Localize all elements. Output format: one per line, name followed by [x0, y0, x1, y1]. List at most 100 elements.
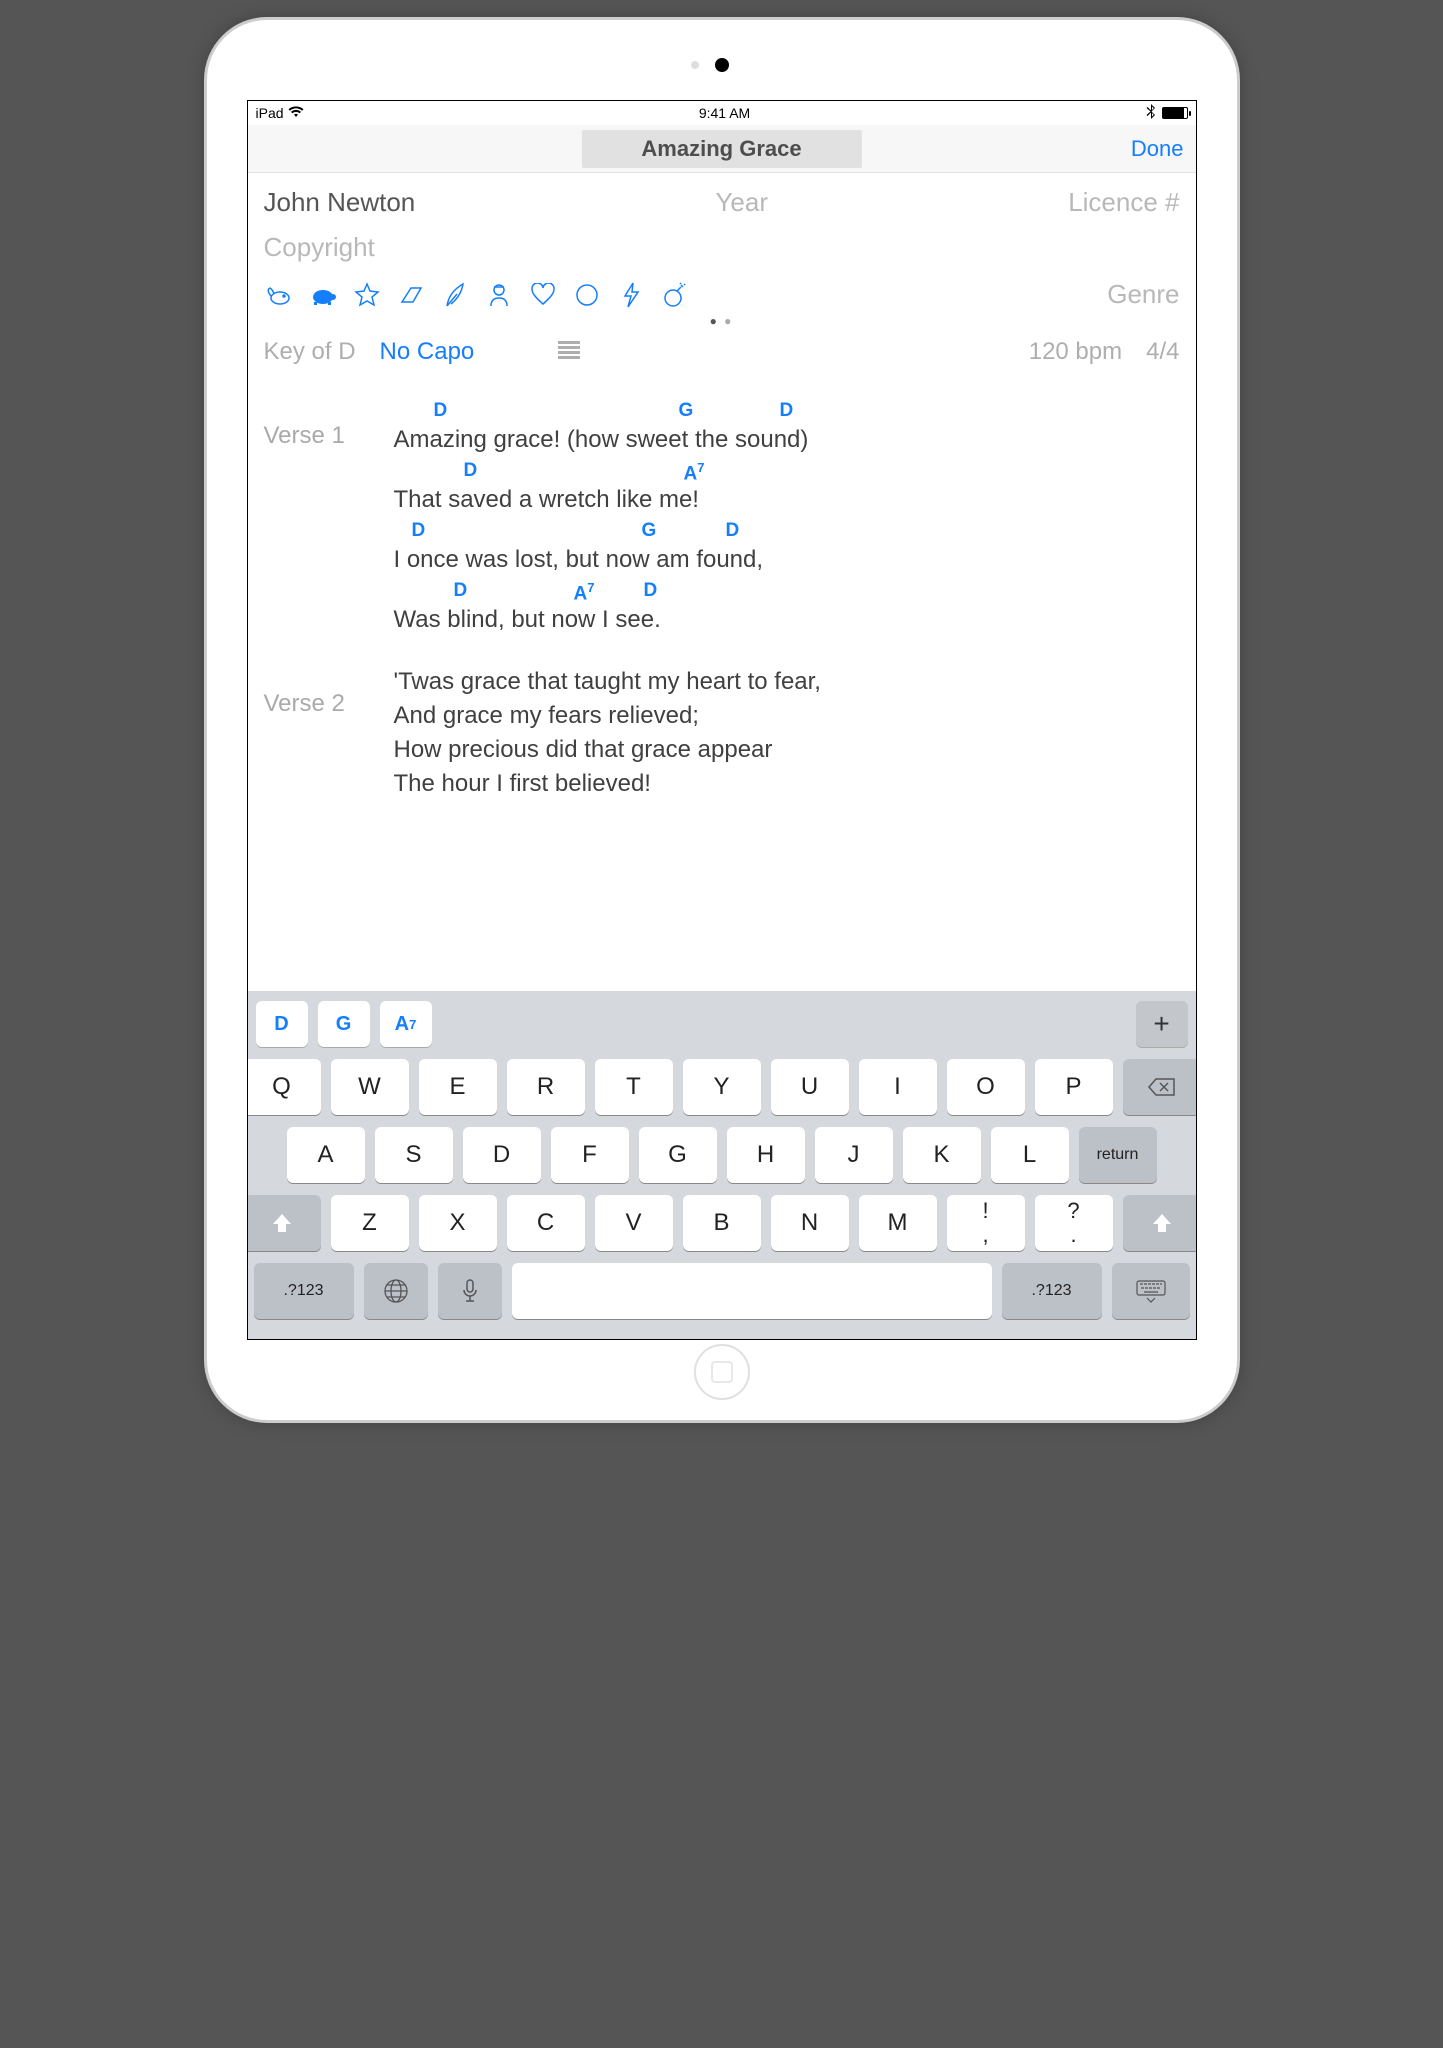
chord-label[interactable]: D — [454, 580, 468, 602]
chord-suggestion-key[interactable]: D — [256, 1001, 308, 1047]
add-chord-button[interactable]: + — [1136, 1001, 1188, 1047]
shift-key[interactable] — [1123, 1195, 1197, 1251]
licence-field[interactable]: Licence # — [1068, 187, 1179, 218]
keyboard-key[interactable]: B — [683, 1195, 761, 1251]
clock: 9:41 AM — [304, 105, 1146, 121]
person-icon[interactable] — [484, 282, 514, 308]
done-button[interactable]: Done — [1131, 136, 1184, 162]
keyboard-key[interactable]: X — [419, 1195, 497, 1251]
home-button[interactable] — [694, 1344, 750, 1400]
space-key[interactable] — [512, 1263, 992, 1319]
bpm-field[interactable]: 120 bpm — [1029, 338, 1122, 366]
lyric-text: Amazing grace! (how sweet the sound) — [394, 426, 1180, 454]
chord-label[interactable]: D — [726, 520, 740, 542]
lyric-line[interactable]: D G D Amazing grace! (how sweet the sound) — [394, 400, 1180, 454]
keyboard-key[interactable]: F — [551, 1127, 629, 1183]
keyboard-key[interactable]: A — [287, 1127, 365, 1183]
chord-label[interactable]: D — [412, 520, 426, 542]
artist-field[interactable]: John Newton — [264, 187, 416, 218]
return-key[interactable]: return — [1079, 1127, 1157, 1183]
verse-block: Verse 2'Twas grace that taught my heart … — [264, 668, 1180, 804]
keyboard-key[interactable]: R — [507, 1059, 585, 1115]
keyboard-key[interactable]: G — [639, 1127, 717, 1183]
keyboard-key[interactable]: M — [859, 1195, 937, 1251]
keyboard-key[interactable]: N — [771, 1195, 849, 1251]
star-icon[interactable] — [352, 282, 382, 308]
keyboard-key[interactable]: Q — [247, 1059, 321, 1115]
stamp-icons — [264, 282, 690, 308]
keyboard-key[interactable]: W — [331, 1059, 409, 1115]
keyboard-key[interactable]: P — [1035, 1059, 1113, 1115]
chord-suggestion-key[interactable]: G — [318, 1001, 370, 1047]
keyboard-key[interactable]: H — [727, 1127, 805, 1183]
chord-label[interactable]: D — [464, 460, 478, 482]
backspace-key[interactable] — [1123, 1059, 1197, 1115]
genre-field[interactable]: Genre — [1107, 279, 1179, 310]
lyric-text: I once was lost, but now am found, — [394, 546, 1180, 574]
keyboard-key[interactable]: C — [507, 1195, 585, 1251]
heart-icon[interactable] — [528, 282, 558, 308]
keyboard-key[interactable]: V — [595, 1195, 673, 1251]
meta-panel: John Newton Year Licence # Copyright — [248, 173, 1196, 380]
mode-key[interactable]: .?123 — [254, 1263, 354, 1319]
keyboard-key[interactable]: K — [903, 1127, 981, 1183]
lyric-line[interactable]: 'Twas grace that taught my heart to fear… — [394, 668, 1180, 696]
camera-icon — [715, 58, 729, 72]
bomb-icon[interactable] — [660, 282, 690, 308]
shift-key[interactable] — [247, 1195, 321, 1251]
lyric-line[interactable]: D G D I once was lost, but now am found, — [394, 520, 1180, 574]
keyboard-key[interactable]: E — [419, 1059, 497, 1115]
lightning-icon[interactable] — [616, 282, 646, 308]
punct-key[interactable]: !, — [947, 1195, 1025, 1251]
keyboard-key[interactable]: D — [463, 1127, 541, 1183]
mode-key[interactable]: .?123 — [1002, 1263, 1102, 1319]
chord-label[interactable]: A7 — [574, 580, 595, 605]
chord-suggestion-key[interactable]: A7 — [380, 1001, 432, 1047]
keyboard-key[interactable]: O — [947, 1059, 1025, 1115]
capo-picker[interactable]: No Capo — [380, 338, 475, 366]
lyric-line[interactable]: And grace my fears relieved; — [394, 702, 1180, 730]
eraser-icon[interactable] — [396, 282, 426, 308]
chord-label[interactable]: D — [644, 580, 658, 602]
punct-key[interactable]: ?. — [1035, 1195, 1113, 1251]
keyboard-key[interactable]: Y — [683, 1059, 761, 1115]
key-picker[interactable]: Key of D — [264, 338, 356, 366]
keyboard-key[interactable]: J — [815, 1127, 893, 1183]
song-title-input[interactable]: Amazing Grace — [581, 130, 861, 168]
chord-label[interactable]: G — [642, 520, 657, 542]
chord-label[interactable]: G — [679, 400, 694, 422]
wifi-icon — [288, 105, 304, 121]
rabbit-icon[interactable] — [264, 282, 294, 308]
feather-icon[interactable] — [440, 282, 470, 308]
keyboard-key[interactable]: T — [595, 1059, 673, 1115]
lyric-line[interactable]: The hour I first believed! — [394, 770, 1180, 798]
keyboard: QWERTYUIOP ASDFGHJKLreturn ZXCVBNM!,?. .… — [248, 1053, 1196, 1339]
lyric-line[interactable]: DA7DWas blind, but now I see. — [394, 580, 1180, 634]
nav-bar: Amazing Grace Done — [248, 125, 1196, 173]
keyboard-key[interactable]: Z — [331, 1195, 409, 1251]
lyric-line[interactable]: DA7That saved a wretch like me! — [394, 460, 1180, 514]
globe-key[interactable] — [364, 1263, 428, 1319]
turtle-icon[interactable] — [308, 282, 338, 308]
keyboard-key[interactable]: I — [859, 1059, 937, 1115]
chord-label[interactable]: D — [434, 400, 448, 422]
dismiss-keyboard-key[interactable] — [1112, 1263, 1190, 1319]
carrier-label: iPad — [256, 105, 284, 121]
mic-key[interactable] — [438, 1263, 502, 1319]
lyrics-editor[interactable]: Verse 1 D G D Amazing grace! (how sweet the … — [248, 380, 1196, 991]
keyboard-key[interactable]: S — [375, 1127, 453, 1183]
bluetooth-icon — [1146, 104, 1156, 123]
keyboard-key[interactable]: U — [771, 1059, 849, 1115]
section-label[interactable]: Verse 1 — [264, 400, 394, 640]
lyric-line[interactable]: How precious did that grace appear — [394, 736, 1180, 764]
chord-label[interactable]: A7 — [684, 460, 705, 485]
time-signature-field[interactable]: 4/4 — [1146, 338, 1179, 366]
view-lines-icon[interactable] — [558, 341, 580, 364]
section-label[interactable]: Verse 2 — [264, 668, 394, 804]
keyboard-key[interactable]: L — [991, 1127, 1069, 1183]
chord-label[interactable]: D — [780, 400, 794, 422]
copyright-field[interactable]: Copyright — [264, 232, 375, 262]
circle-icon[interactable] — [572, 282, 602, 308]
keyboard-area: DGA7+ QWERTYUIOP ASDFGHJKLreturn ZXCVBNM… — [248, 991, 1196, 1339]
year-field[interactable]: Year — [715, 187, 768, 218]
